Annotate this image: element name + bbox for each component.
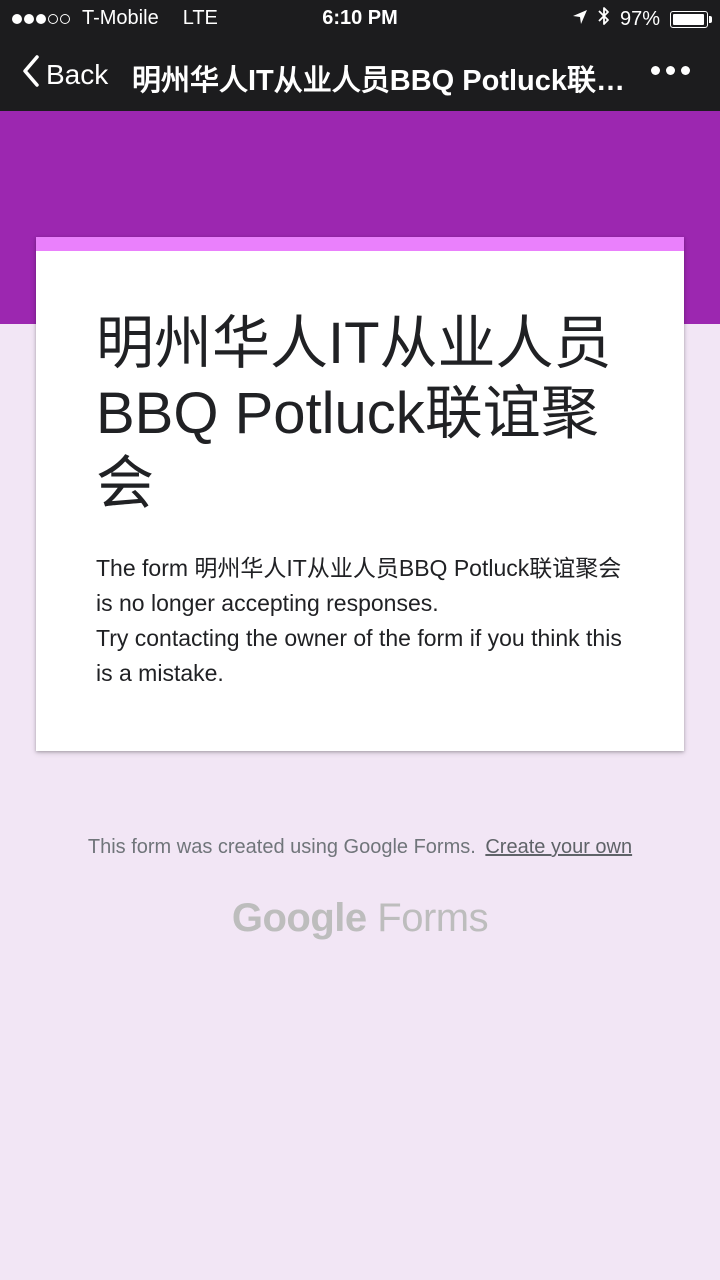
logo-word-forms: Forms (377, 896, 489, 940)
logo-word-google: Google (231, 896, 367, 940)
location-arrow-icon (572, 8, 588, 31)
card-accent-bar (36, 237, 684, 251)
status-bar: T-Mobile LTE 6:10 PM 97% (0, 0, 720, 38)
more-dots-icon[interactable] (651, 66, 690, 75)
status-right: 97% (572, 6, 712, 32)
battery-icon (670, 10, 712, 28)
form-closed-message: The form 明州华人IT从业人员BBQ Potluck联谊聚会 is no… (96, 551, 636, 691)
contact-message-text: Try contacting the owner of the form if … (96, 625, 622, 686)
battery-level (673, 13, 705, 25)
chevron-left-icon (22, 55, 40, 94)
form-title: 明州华人IT从业人员BBQ Potluck联谊聚会 (96, 311, 612, 516)
battery-percent: 97% (619, 7, 660, 30)
google-forms-logo: Google Forms (0, 896, 720, 941)
footer-note: This form was created using Google Forms… (0, 836, 720, 859)
closed-message-text: The form 明州华人IT从业人员BBQ Potluck联谊聚会 is no… (96, 555, 622, 616)
back-label: Back (46, 58, 109, 90)
create-your-own-link[interactable]: Create your own (485, 836, 632, 858)
nav-bar: Back 明州华人IT从业人员BBQ Potluck联谊聚会 (0, 38, 720, 111)
back-button[interactable]: Back (22, 55, 108, 94)
page-title: 明州华人IT从业人员BBQ Potluck联谊聚会 (132, 65, 647, 97)
bluetooth-icon (598, 6, 610, 32)
footer-created-text: This form was created using Google Forms… (87, 836, 476, 858)
form-card: 明州华人IT从业人员BBQ Potluck联谊聚会 The form 明州华人I… (36, 237, 684, 751)
